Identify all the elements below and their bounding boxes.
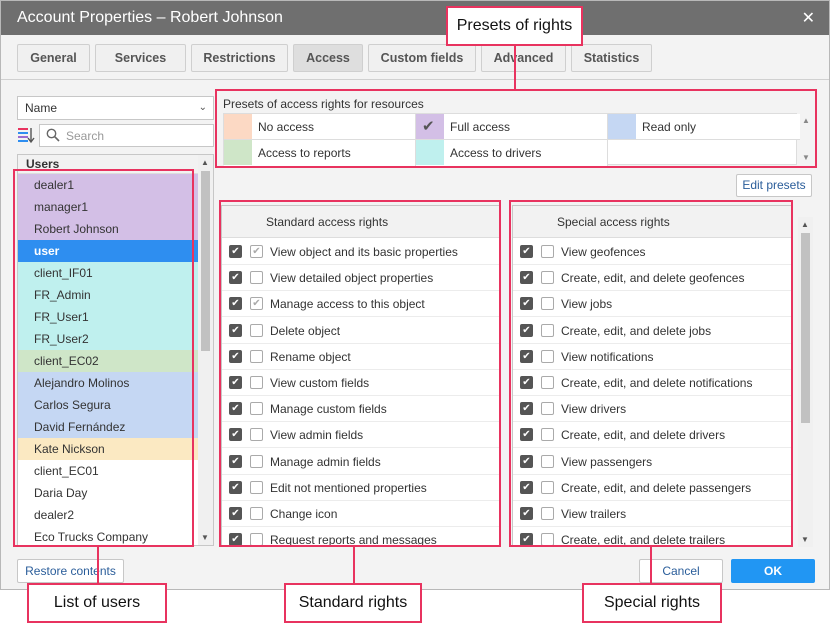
- scroll-down-icon[interactable]: ▼: [801, 535, 809, 544]
- scroll-up-icon[interactable]: ▲: [801, 220, 809, 229]
- edit-presets-button[interactable]: Edit presets: [736, 174, 812, 197]
- window-title: Account Properties – Robert Johnson: [17, 9, 283, 26]
- users-connector: [97, 547, 99, 583]
- special-highlight: [509, 200, 793, 547]
- scroll-thumb[interactable]: [801, 233, 810, 423]
- users-callout: List of users: [27, 583, 167, 623]
- standard-callout: Standard rights: [284, 583, 422, 623]
- user-list-scrollbar[interactable]: ▲ ▼: [198, 155, 213, 545]
- tab-services[interactable]: Services: [95, 44, 186, 72]
- special-connector: [650, 547, 652, 583]
- ok-button[interactable]: OK: [731, 559, 815, 583]
- presets-callout: Presets of rights: [446, 6, 583, 46]
- special-callout: Special rights: [582, 583, 722, 623]
- rights-scrollbar[interactable]: ▲ ▼: [798, 217, 813, 547]
- tab-restrictions[interactable]: Restrictions: [191, 44, 288, 72]
- presets-highlight: [215, 89, 817, 168]
- tab-divider: [1, 79, 829, 80]
- scroll-up-icon[interactable]: ▲: [201, 158, 209, 167]
- restore-contents-button[interactable]: Restore contents: [17, 559, 124, 583]
- scroll-thumb[interactable]: [201, 171, 210, 351]
- tab-custom-fields[interactable]: Custom fields: [368, 44, 476, 72]
- scroll-down-icon[interactable]: ▼: [201, 533, 209, 542]
- title-bar: Account Properties – Robert Johnson ✕: [1, 1, 829, 35]
- search-placeholder: Search: [66, 129, 105, 143]
- chevron-down-icon: ⌄: [198, 102, 207, 113]
- tab-advanced[interactable]: Advanced: [481, 44, 566, 72]
- sort-select[interactable]: Name ⌄: [17, 96, 214, 120]
- sort-order-icon[interactable]: [17, 126, 35, 144]
- standard-connector: [353, 547, 355, 583]
- sort-select-value: Name: [25, 101, 58, 115]
- close-icon[interactable]: ✕: [802, 8, 815, 28]
- search-input[interactable]: Search: [39, 124, 214, 147]
- tab-access[interactable]: Access: [293, 44, 363, 72]
- presets-connector: [514, 46, 516, 89]
- standard-highlight: [219, 200, 501, 547]
- search-icon: [46, 128, 60, 142]
- tab-statistics[interactable]: Statistics: [571, 44, 652, 72]
- users-highlight: [13, 169, 194, 547]
- tab-general[interactable]: General: [17, 44, 90, 72]
